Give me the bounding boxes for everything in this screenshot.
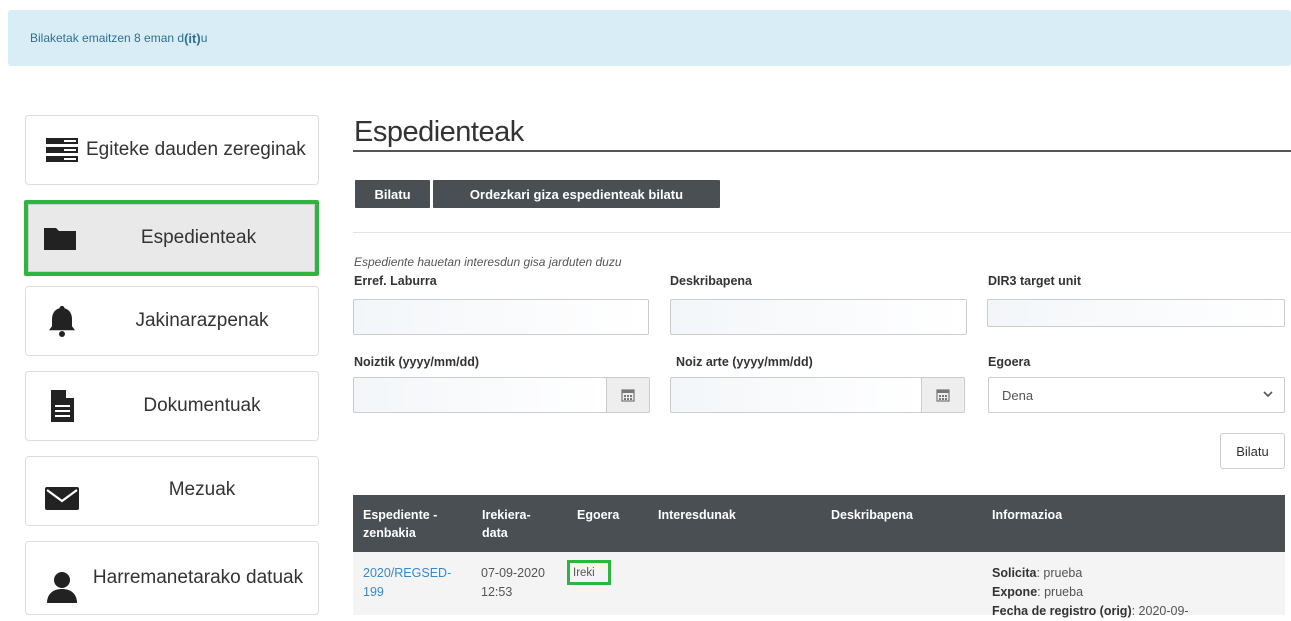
alert-text-bold: (it)	[184, 30, 201, 46]
ref-label: Erref. Laburra	[354, 274, 437, 288]
sidebar-item-label: Egiteke dauden zereginak	[86, 139, 306, 160]
info-value: : prueba	[1036, 566, 1083, 580]
date-from-label: Noiztik (yyyy/mm/dd)	[354, 355, 480, 369]
chevron-down-icon	[1263, 391, 1273, 398]
row-open-date: 07-09-2020 12:53	[481, 564, 545, 602]
description-label: Deskribapena	[670, 274, 752, 288]
row-number-link[interactable]: 2020/REGSED- 199	[363, 564, 451, 602]
date-from-calendar-button[interactable]	[606, 377, 650, 413]
status-select[interactable]: Dena	[988, 377, 1285, 413]
info-key: Solicita	[992, 566, 1037, 580]
calendar-icon	[936, 389, 950, 402]
sidebar-item-label: Dokumentuak	[143, 395, 261, 416]
sidebar-item-dokumentuak[interactable]: Dokumentuak	[25, 371, 319, 441]
title-divider	[353, 150, 1291, 152]
calendar-icon	[621, 389, 635, 402]
sidebar-item-mezuak[interactable]: Mezuak	[25, 456, 319, 526]
tab-representative-search[interactable]: Ordezkari giza espedienteak bilatu	[433, 180, 720, 208]
row-date-line1: 07-09-2020	[481, 566, 545, 580]
info-key: Fecha de registro (orig)	[992, 604, 1132, 618]
search-button[interactable]: Bilatu	[1220, 433, 1285, 469]
column-header-info[interactable]: Informazioa	[992, 506, 1062, 524]
sidebar-item-label: Harremanetarako datuak	[92, 567, 304, 588]
alert-text-prefix: Bilaketak emaitzen 8 eman d	[30, 31, 185, 45]
tab-search[interactable]: Bilatu	[355, 180, 430, 208]
status-label: Egoera	[988, 355, 1031, 369]
column-header-description[interactable]: Deskribapena	[831, 506, 913, 524]
column-header-status[interactable]: Egoera	[577, 506, 619, 524]
column-header-number-line1: Espediente -	[363, 508, 438, 522]
row-info: Solicita: prueba Expone: prueba Fecha de…	[992, 564, 1189, 621]
column-header-date-line1: Irekiera-	[482, 508, 531, 522]
column-header-date-line2: data	[482, 526, 508, 540]
dir3-label: DIR3 target unit	[988, 274, 1082, 288]
dir3-input[interactable]	[987, 299, 1285, 327]
info-value: : 2020-09-	[1131, 604, 1189, 618]
results-table-header: Espediente - zenbakia Irekiera- data Ego…	[353, 495, 1285, 552]
page-title: Espedienteak	[354, 116, 524, 148]
envelope-icon	[45, 486, 79, 510]
date-to-input[interactable]	[670, 377, 922, 413]
alert-text-suffix: u	[200, 31, 208, 45]
row-number-line1[interactable]: 2020/REGSED-	[363, 566, 451, 580]
help-text: Espediente hauetan interesdun gisa jardu…	[354, 255, 622, 269]
sidebar-item-jakinarazpenak[interactable]: Jakinarazpenak	[25, 286, 319, 356]
info-key: Expone	[992, 585, 1038, 599]
status-badge: Ireki	[567, 560, 611, 585]
document-icon	[51, 390, 74, 422]
sidebar-item-label: Espedienteak	[140, 227, 257, 248]
bell-icon	[49, 306, 75, 337]
info-value: : prueba	[1037, 585, 1084, 599]
row-date-line2: 12:53	[481, 585, 513, 599]
ref-input[interactable]	[353, 299, 649, 335]
section-divider	[353, 232, 1291, 233]
folder-icon	[44, 228, 76, 250]
date-to-calendar-button[interactable]	[921, 377, 965, 413]
date-to-label: Noiz arte (yyyy/mm/dd)	[676, 355, 813, 369]
column-header-interested[interactable]: Interesdunak	[658, 506, 736, 524]
column-header-date[interactable]: Irekiera- data	[482, 506, 531, 542]
description-input[interactable]	[670, 299, 967, 335]
tasks-icon	[46, 138, 78, 162]
sidebar-item-contact[interactable]: Harremanetarako datuak	[25, 541, 319, 615]
sidebar-item-espedienteak[interactable]: Espedienteak	[24, 200, 319, 276]
column-header-number-line2: zenbakia	[363, 526, 416, 540]
sidebar-item-tasks[interactable]: Egiteke dauden zereginak	[25, 115, 319, 185]
table-row[interactable]: 2020/REGSED- 199 07-09-2020 12:53 Ireki …	[353, 552, 1285, 618]
sidebar-item-label: Mezuak	[168, 479, 236, 500]
results-alert: Bilaketak emaitzen 8 eman d (it) u	[8, 10, 1291, 66]
user-icon	[47, 571, 77, 603]
status-select-value: Dena	[1002, 387, 1034, 403]
column-header-number[interactable]: Espediente - zenbakia	[363, 506, 437, 542]
sidebar-item-label: Jakinarazpenak	[135, 310, 269, 331]
row-number-line2[interactable]: 199	[363, 585, 384, 599]
date-from-input[interactable]	[353, 377, 607, 413]
